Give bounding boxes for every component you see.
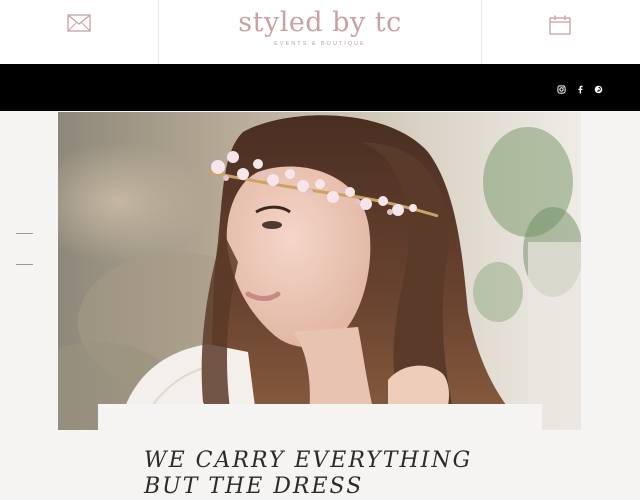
hero-photo — [58, 112, 581, 430]
logo-tagline: EVENTS & BOUTIQUE — [274, 41, 366, 47]
nav-bar — [0, 64, 640, 111]
side-menu-line[interactable] — [16, 233, 33, 234]
calendar-icon[interactable] — [549, 15, 571, 35]
instagram-icon[interactable] — [557, 85, 566, 94]
header-divider — [481, 0, 482, 64]
envelope-icon[interactable] — [67, 14, 91, 32]
page-headline: WE CARRY EVERYTHING BUT THE DRESS — [144, 448, 473, 499]
pinterest-icon[interactable] — [594, 85, 603, 94]
site-header: styled by tc EVENTS & BOUTIQUE — [0, 0, 640, 64]
side-menu-line[interactable] — [16, 264, 33, 265]
site-logo[interactable]: styled by tc EVENTS & BOUTIQUE — [159, 6, 481, 47]
facebook-icon[interactable] — [576, 85, 585, 94]
logo-wordmark: styled by tc — [238, 7, 402, 38]
